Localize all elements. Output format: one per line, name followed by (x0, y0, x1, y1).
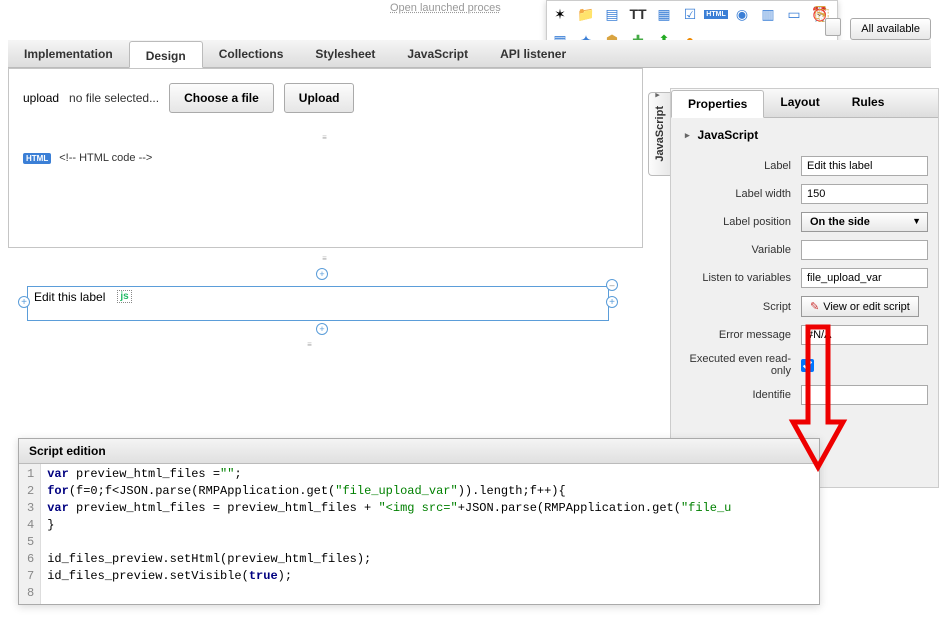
prop-script-label: Script (681, 301, 801, 313)
upload-button[interactable]: Upload (284, 83, 355, 113)
view-edit-script-button[interactable]: ✎View or edit script (801, 296, 919, 317)
code-editor[interactable]: 12345678 var preview_html_files ="";for(… (19, 464, 819, 604)
loading-icon[interactable]: ✶ (551, 5, 569, 23)
html-widget[interactable]: HTML <!-- HTML code --> (23, 152, 628, 164)
design-canvas[interactable]: upload no file selected... Choose a file… (8, 68, 643, 248)
ptab-rules[interactable]: Rules (836, 89, 901, 117)
upload-nofile-text: no file selected... (69, 91, 159, 105)
html-badge-icon: HTML (23, 153, 51, 164)
identifier-input[interactable] (801, 385, 928, 405)
vertical-tab-label: JavaScript (654, 106, 666, 162)
dropdown-toggle-button[interactable] (825, 18, 841, 36)
prop-errormsg-label: Error message (681, 329, 801, 341)
open-launched-link[interactable]: Open launched proces (390, 2, 501, 14)
upload-widget: upload no file selected... Choose a file… (23, 83, 628, 113)
prop-execreadonly-label: Executed even read-only (681, 353, 801, 377)
html-comment-text: <!-- HTML code --> (59, 152, 152, 164)
grip-handle[interactable]: ≡ (23, 133, 628, 142)
tab-design[interactable]: Design (129, 41, 203, 68)
handle-add-top[interactable]: + (316, 268, 328, 280)
main-tabs: Implementation Design Collections Styles… (8, 40, 931, 68)
selected-js-widget[interactable]: Edit this label js (27, 286, 609, 321)
tab-api-listener[interactable]: API listener (484, 40, 582, 67)
form-icon[interactable]: ▦ (655, 5, 673, 23)
label-width-input[interactable] (801, 184, 928, 204)
properties-section-header[interactable]: JavaScript (671, 118, 938, 152)
choose-file-button[interactable]: Choose a file (169, 83, 274, 113)
handle-add-bottom[interactable]: + (316, 323, 328, 335)
exec-readonly-checkbox[interactable] (801, 359, 814, 372)
list-icon[interactable]: ▤ (603, 5, 621, 23)
design-canvas-area: upload no file selected... Choose a file… (8, 68, 643, 438)
tab-stylesheet[interactable]: Stylesheet (299, 40, 391, 67)
prop-label-label: Label (681, 160, 801, 172)
tab-implementation[interactable]: Implementation (8, 40, 129, 67)
js-badge-icon: js (117, 290, 131, 303)
listen-variables-input[interactable] (801, 268, 928, 288)
tab-collections[interactable]: Collections (203, 40, 300, 67)
all-available-button[interactable]: All available (850, 18, 931, 40)
calendar-icon[interactable]: ▥ (759, 5, 777, 23)
upload-label: upload (23, 91, 59, 105)
text-icon[interactable]: TT (629, 5, 647, 23)
html-icon[interactable]: HTML (707, 5, 725, 23)
handle-remove[interactable]: – (606, 279, 618, 291)
prop-labelpos-label: Label position (681, 216, 801, 228)
ptab-properties[interactable]: Properties (671, 90, 764, 118)
script-icon: ✎ (810, 300, 819, 313)
widget-label: Edit this label (34, 290, 105, 304)
script-editor-title: Script edition (19, 439, 819, 464)
script-editor-panel: Script edition 12345678 var preview_html… (18, 438, 820, 605)
file-icon[interactable]: ▭ (785, 5, 803, 23)
checkbox-icon[interactable]: ☑ (681, 5, 699, 23)
error-message-input[interactable] (801, 325, 928, 345)
prop-identifier-label: Identifie (681, 389, 801, 401)
handle-add-right[interactable]: + (606, 296, 618, 308)
properties-tabs: Properties Layout Rules (671, 89, 938, 118)
ptab-layout[interactable]: Layout (764, 89, 835, 117)
grip-handle-3[interactable]: ≡ (8, 340, 613, 349)
prop-variable-label: Variable (681, 244, 801, 256)
variable-input[interactable] (801, 240, 928, 260)
grip-handle-2[interactable]: ≡ (8, 254, 643, 263)
handle-add-left[interactable]: + (18, 296, 30, 308)
line-gutter: 12345678 (19, 464, 41, 604)
chevron-left-icon: ◂ (653, 91, 662, 100)
prop-listen-label: Listen to variables (681, 272, 801, 284)
code-lines[interactable]: var preview_html_files ="";for(f=0;f<JSO… (41, 464, 737, 604)
label-position-select[interactable]: On the side (801, 212, 928, 232)
properties-panel: Properties Layout Rules JavaScript Label… (670, 88, 939, 488)
tab-javascript[interactable]: JavaScript (391, 40, 484, 67)
folder-icon[interactable]: 📁 (577, 5, 595, 23)
radio-icon[interactable]: ◉ (733, 5, 751, 23)
prop-labelwidth-label: Label width (681, 188, 801, 200)
vertical-tab-javascript[interactable]: ◂ JavaScript (648, 92, 670, 176)
label-input[interactable] (801, 156, 928, 176)
